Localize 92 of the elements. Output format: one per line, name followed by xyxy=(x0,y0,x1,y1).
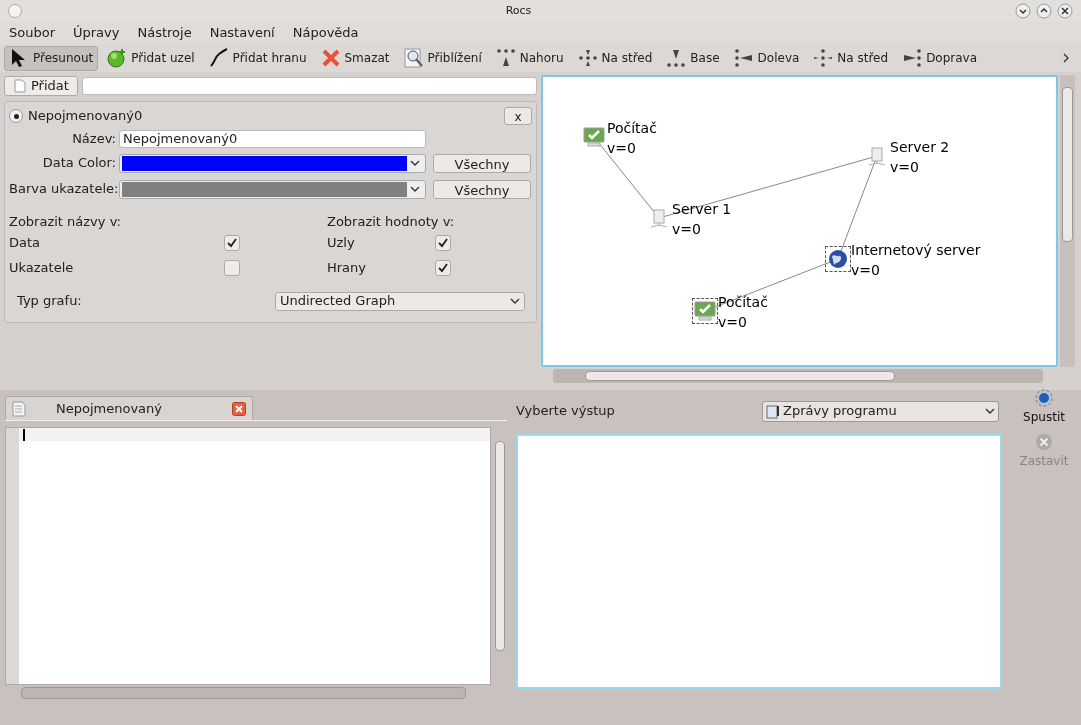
horizontal-scrollbar[interactable] xyxy=(21,687,466,699)
computer-icon xyxy=(693,299,717,323)
magnifier-icon xyxy=(403,48,424,68)
graph-node[interactable] xyxy=(581,124,607,150)
action-button[interactable]: Spustit xyxy=(1023,388,1065,426)
checkbox-label: Uzly xyxy=(327,233,356,252)
node-label: Server 2 xyxy=(890,138,950,157)
field-label: Data Color: xyxy=(41,154,117,173)
caret-icon xyxy=(510,297,520,305)
node-value: v=0 xyxy=(718,313,748,332)
graph-node[interactable] xyxy=(692,298,718,324)
delete-icon xyxy=(320,48,341,68)
computer-icon xyxy=(582,125,606,149)
checkbox-label: Hrany xyxy=(327,258,368,277)
field-label: Typ grafu: xyxy=(16,292,83,311)
stop-icon xyxy=(1034,432,1054,452)
globe-icon xyxy=(826,247,850,271)
color-dropdown[interactable] xyxy=(119,153,426,173)
graph-node[interactable] xyxy=(825,246,851,272)
add-button[interactable]: Přidat xyxy=(4,76,78,96)
node-value: v=0 xyxy=(672,220,702,239)
notes-icon xyxy=(766,403,781,419)
toolbar-button[interactable]: Base xyxy=(661,45,725,71)
checkbox-label: Data xyxy=(9,233,42,252)
toolbar-button[interactable]: Na střed xyxy=(808,45,894,71)
text-field[interactable] xyxy=(81,77,537,95)
node-value: v=0 xyxy=(851,261,881,280)
radio-label: Nepojmenovaný0 xyxy=(28,107,144,126)
color-dropdown[interactable] xyxy=(119,179,426,199)
toolbar-button[interactable]: Doleva xyxy=(728,45,805,71)
caret-icon xyxy=(985,407,995,415)
checkbox[interactable] xyxy=(224,234,240,251)
checkbox[interactable] xyxy=(435,259,451,276)
editor-tab[interactable]: Nepojmenovaný xyxy=(5,396,253,420)
maximize-icon[interactable] xyxy=(1036,3,1052,19)
menu-item[interactable]: Úpravy xyxy=(73,23,120,43)
caret-icon xyxy=(410,159,420,167)
graph-canvas[interactable]: Počítač v=0 Server 1 v=0 Server 2 v=0 Internetový server v=0 Počítač v=0 xyxy=(541,75,1058,367)
node-label: Počítač xyxy=(607,119,657,138)
more-icon[interactable] xyxy=(1061,52,1071,64)
node-label: Server 1 xyxy=(672,200,732,219)
field-label: Barva ukazatele: xyxy=(9,180,119,199)
output-dropdown[interactable]: Zprávy programu xyxy=(762,400,999,422)
menu-item[interactable]: Nastavení xyxy=(209,23,275,43)
menu-item[interactable]: Soubor xyxy=(9,23,55,43)
toolbar-button[interactable]: Přidat uzel xyxy=(102,45,200,71)
toolbar-button[interactable]: Nahoru xyxy=(490,45,569,71)
node-label: Počítač xyxy=(718,293,768,312)
close-icon[interactable] xyxy=(1057,3,1073,19)
action-button: Zastavit xyxy=(1019,432,1069,470)
checkbox[interactable] xyxy=(224,259,240,276)
close-icon[interactable] xyxy=(232,401,246,416)
curve-icon xyxy=(208,48,229,68)
all-button[interactable]: Všechny xyxy=(433,153,531,173)
document-icon xyxy=(12,400,26,417)
field-label: Název: xyxy=(71,130,117,149)
gear-icon xyxy=(1034,388,1054,408)
ball-icon xyxy=(107,48,128,68)
checkbox-label: Ukazatele xyxy=(9,258,75,277)
horizontal-scrollbar[interactable] xyxy=(553,369,1043,383)
all-button[interactable]: Všechny xyxy=(433,179,531,199)
align-bottom-icon xyxy=(666,48,687,68)
vertical-scrollbar[interactable] xyxy=(1060,75,1075,367)
radio-button[interactable] xyxy=(9,109,23,123)
align-middle-icon xyxy=(577,48,598,68)
section-heading: Zobrazit názvy v: xyxy=(9,213,122,230)
menu-item[interactable]: Nástroje xyxy=(137,23,192,43)
align-left-icon xyxy=(733,48,754,68)
align-center-icon xyxy=(813,48,834,68)
output-label: Vyberte výstup xyxy=(516,402,616,421)
node-value: v=0 xyxy=(890,158,920,177)
document-icon xyxy=(13,79,27,93)
node-label: Internetový server xyxy=(851,241,981,260)
align-top-icon xyxy=(495,48,516,68)
menu-item[interactable]: Nápověda xyxy=(292,23,359,43)
node-value: v=0 xyxy=(607,139,637,158)
text-cursor xyxy=(23,429,25,441)
close-button[interactable]: x xyxy=(504,107,532,125)
window-title: Rocs xyxy=(504,2,533,19)
toolbar-button[interactable]: Smazat xyxy=(315,45,395,71)
section-heading: Zobrazit hodnoty v: xyxy=(327,213,455,230)
align-right-icon xyxy=(902,48,923,68)
name-field[interactable]: Nepojmenovaný0 xyxy=(119,130,426,148)
graph-type-dropdown[interactable]: Undirected Graph xyxy=(275,291,525,311)
toolbar-button[interactable]: Na střed xyxy=(572,45,658,71)
minimize-icon[interactable] xyxy=(1015,3,1031,19)
caret-icon xyxy=(410,185,420,193)
checkbox[interactable] xyxy=(435,234,451,251)
toolbar-button[interactable]: Přesunout xyxy=(4,45,99,71)
toolbar-button[interactable]: Přidat hranu xyxy=(203,45,312,71)
toolbar-button[interactable]: Přiblížení xyxy=(398,45,487,71)
toolbar-button[interactable]: Doprava xyxy=(897,45,983,71)
